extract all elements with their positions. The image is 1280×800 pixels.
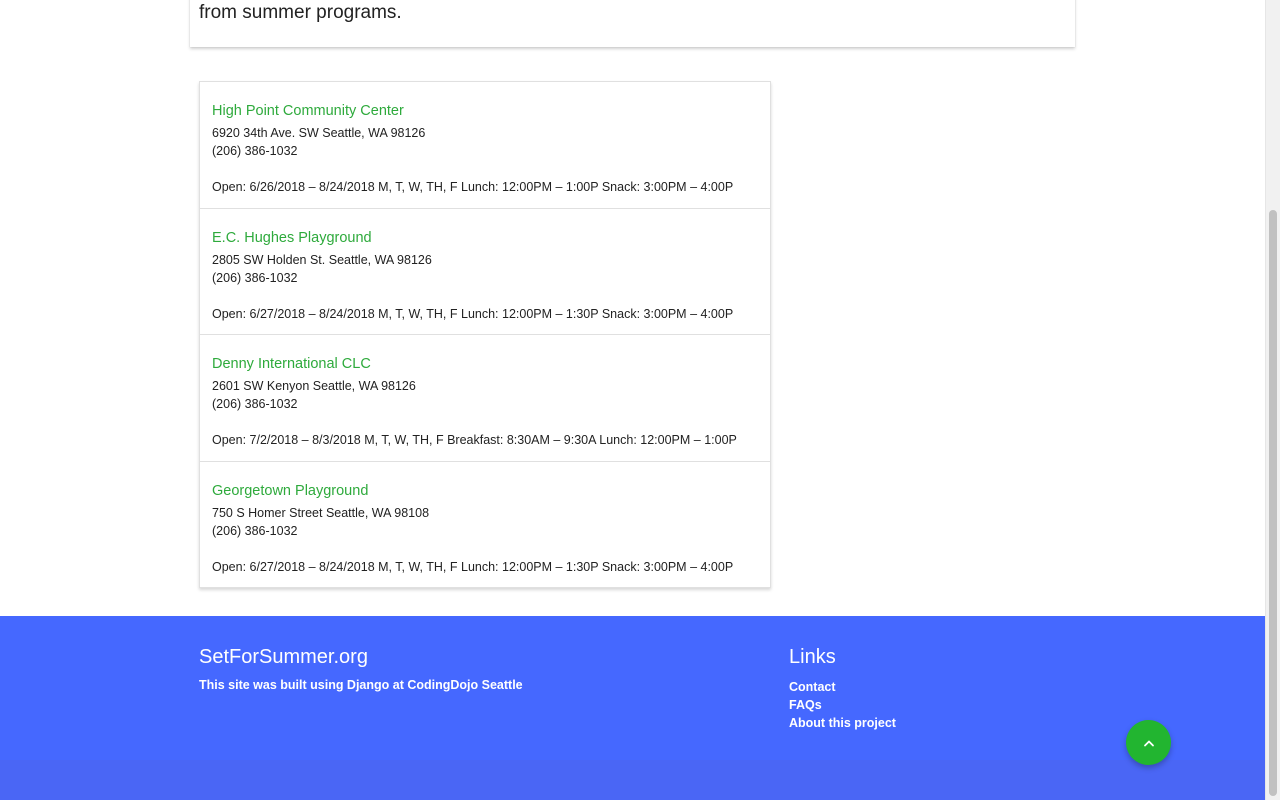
site-name-link[interactable]: Georgetown Playground <box>212 482 758 500</box>
site-address: 2601 SW Kenyon Seattle, WA 98126 <box>212 379 416 393</box>
site-phone: (206) 386-1032 <box>212 270 298 285</box>
site-name-link[interactable]: E.C. Hughes Playground <box>212 229 758 247</box>
contact-link[interactable]: Contact <box>789 680 836 694</box>
site-list: High Point Community Center 6920 34th Av… <box>199 81 771 588</box>
faqs-link[interactable]: FAQs <box>789 698 822 712</box>
footer-links-list: Contact FAQs About this project <box>789 678 896 732</box>
footer-links-title: Links <box>789 646 836 668</box>
site-item: Georgetown Playground 750 S Homer Street… <box>200 462 770 589</box>
site-item: High Point Community Center 6920 34th Av… <box>200 82 770 209</box>
page: from summer programs. High Point Communi… <box>0 0 1265 800</box>
site-name-link[interactable]: High Point Community Center <box>212 102 758 120</box>
intro-card: from summer programs. <box>190 0 1075 47</box>
footer-site-title: SetForSummer.org <box>199 646 368 668</box>
back-to-top-button[interactable] <box>1126 720 1171 765</box>
site-item: E.C. Hughes Playground 2805 SW Holden St… <box>200 209 770 335</box>
site-phone: (206) 386-1032 <box>212 523 298 538</box>
footer-links: Links Contact FAQs About this project <box>789 645 896 732</box>
footer: SetForSummer.org This site was built usi… <box>0 616 1265 800</box>
site-item: Denny International CLC 2601 SW Kenyon S… <box>200 335 770 462</box>
site-hours: Open: 6/26/2018 – 8/24/2018 M, T, W, TH,… <box>212 180 734 194</box>
about-project-link[interactable]: About this project <box>789 716 896 730</box>
page-scrollbar[interactable] <box>1265 0 1280 800</box>
footer-link-item: FAQs <box>789 696 896 714</box>
site-address: 750 S Homer Street Seattle, WA 98108 <box>212 505 430 520</box>
footer-about: SetForSummer.org This site was built usi… <box>199 645 523 692</box>
site-address: 2805 SW Holden St. Seattle, WA 98126 <box>212 252 432 267</box>
site-hours: Open: 6/27/2018 – 8/24/2018 M, T, W, TH,… <box>212 306 734 321</box>
chevron-up-icon <box>1143 740 1154 746</box>
site-phone: (206) 386-1032 <box>212 144 298 158</box>
scrollbar-thumb[interactable] <box>1269 210 1277 796</box>
footer-bottom-bar <box>0 760 1265 800</box>
site-hours: Open: 6/27/2018 – 8/24/2018 M, T, W, TH,… <box>212 559 734 574</box>
footer-link-item: About this project <box>789 714 896 732</box>
footer-link-item: Contact <box>789 678 896 696</box>
site-phone: (206) 386-1032 <box>212 397 298 411</box>
site-name-link[interactable]: Denny International CLC <box>212 355 758 373</box>
intro-text: from summer programs. <box>199 2 402 23</box>
site-hours: Open: 7/2/2018 – 8/3/2018 M, T, W, TH, F… <box>212 433 737 447</box>
footer-built-with: This site was built using Django at Codi… <box>199 678 523 692</box>
site-address: 6920 34th Ave. SW Seattle, WA 98126 <box>212 126 426 140</box>
